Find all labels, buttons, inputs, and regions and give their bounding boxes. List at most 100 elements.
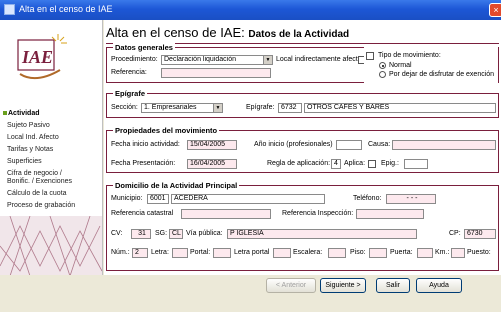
piso-input[interactable] (369, 248, 387, 258)
seccion-select[interactable]: 1. Empresariales ▼ (141, 103, 223, 113)
puesto-label: Puesto: (467, 249, 491, 256)
epigrafe-group: Epígrafe Sección: 1. Empresariales ▼ Epí… (106, 89, 499, 118)
domicilio-group: Domicilio de la Actividad Principal Muni… (106, 181, 499, 271)
km-label: Km.: (435, 249, 450, 256)
sidebar-item-cifra-line1: Cifra de negocio / (7, 170, 62, 177)
causa-label: Causa: (368, 141, 391, 148)
tipo-movimiento-checkbox[interactable] (366, 52, 374, 60)
sidebar-item-actividad[interactable]: Actividad (3, 110, 101, 118)
escalera-input[interactable] (328, 248, 346, 258)
km-input[interactable] (451, 248, 465, 258)
causa-input[interactable] (392, 140, 496, 150)
cv-label: CV: (111, 230, 123, 237)
chevron-down-icon[interactable]: ▼ (263, 56, 272, 64)
chevron-down-icon[interactable]: ▼ (213, 104, 222, 112)
municipio-name-input[interactable]: ACEDERA (171, 194, 325, 204)
escalera-label: Escalera: (293, 249, 323, 256)
epigrafe-label: Epígrafe: (246, 104, 275, 111)
ref-catastral-label: Referencia catastral (111, 210, 174, 217)
salir-button[interactable]: Salir (376, 278, 410, 293)
ref-inspeccion-input[interactable] (356, 209, 424, 219)
referencia-input[interactable] (161, 68, 271, 78)
sidebar: IAE Actividad Sujeto Pasivo Local Ind. A… (0, 20, 103, 276)
fecha-presentacion-label: Fecha Presentación: (111, 160, 176, 167)
local-afecto-label: Local indirectamente afecto (276, 56, 362, 63)
active-bullet-icon (3, 111, 7, 116)
sidebar-nav: Actividad Sujeto Pasivo Local Ind. Afect… (3, 110, 101, 214)
page-subtitle: Datos de la Actividad (248, 29, 350, 40)
domicilio-legend: Domicilio de la Actividad Principal (113, 181, 240, 190)
fecha-inicio-label: Fecha inicio actividad: (111, 141, 180, 148)
num-label: Núm.: (111, 249, 130, 256)
letra-input[interactable] (172, 248, 188, 258)
letra-portal-input[interactable] (273, 248, 291, 258)
letra-label: Letra: (151, 249, 169, 256)
num-input[interactable]: 2 (132, 248, 148, 258)
iae-logo: IAE (17, 34, 67, 80)
aplica-checkbox[interactable] (368, 160, 376, 168)
anterior-button[interactable]: < Anterior (266, 278, 316, 293)
cp-input[interactable]: 6730 (464, 229, 496, 239)
ayuda-button[interactable]: Ayuda (416, 278, 462, 293)
tipo-normal-label: Normal (389, 62, 412, 69)
tipo-normal-radio[interactable] (379, 62, 386, 69)
piso-label: Piso: (350, 249, 366, 256)
procedimiento-value: Declaración liquidación (164, 56, 236, 63)
page-title-text: Alta en el censo de IAE: (106, 25, 245, 40)
datos-generales-legend: Datos generales (113, 43, 175, 52)
app-icon (4, 4, 15, 15)
epigrafe-desc-input[interactable]: OTROS CAFES Y BARES (304, 103, 496, 113)
aplica-label: Aplica: (344, 160, 366, 167)
fecha-presentacion-input[interactable]: 16/04/2005 (187, 159, 237, 169)
municipio-label: Municipio: (111, 195, 143, 202)
window-title: Alta en el censo de IAE (19, 4, 113, 14)
tipo-movimiento-label: Tipo de movimiento: (378, 52, 441, 59)
propiedades-group: Propiedades del movimiento Fecha inicio … (106, 126, 499, 173)
via-publica-label: Vía pública: (186, 230, 223, 237)
procedimiento-select[interactable]: Declaración liquidación ▼ (161, 55, 273, 65)
sidebar-item-cifra[interactable]: Cifra de negocio / Bonific. / Exenciones (3, 170, 101, 186)
sidebar-item-local[interactable]: Local Ind. Afecto (3, 134, 101, 142)
tipo-exencion-label: Por dejar de disfrutar de exención (389, 71, 495, 78)
via-publica-input[interactable]: P IGLESIA (227, 229, 417, 239)
wizard-footer: < Anterior Siguiente > Salir Ayuda (0, 275, 501, 312)
ref-inspeccion-label: Referencia Inspección: (282, 210, 354, 217)
tipo-exencion-radio[interactable] (379, 71, 386, 78)
sidebar-item-calculo[interactable]: Cálculo de la cuota (3, 190, 101, 198)
telefono-input[interactable]: - - - (386, 194, 436, 204)
tipo-movimiento-box: Tipo de movimiento: Normal Por dejar de … (364, 47, 498, 83)
telefono-label: Teléfono: (353, 195, 382, 202)
siguiente-button[interactable]: Siguiente > (320, 278, 366, 293)
seccion-value: 1. Empresariales (144, 104, 197, 111)
sidebar-item-sujeto-pasivo[interactable]: Sujeto Pasivo (3, 122, 101, 130)
ref-catastral-input[interactable] (181, 209, 271, 219)
anio-inicio-input[interactable] (336, 140, 362, 150)
cv-input[interactable]: 31 (131, 229, 151, 239)
page-title: Alta en el censo de IAE: Datos de la Act… (106, 25, 349, 40)
fecha-inicio-input[interactable]: 15/04/2005 (187, 140, 237, 150)
regla-aplicacion-label: Regla de aplicación: (267, 160, 331, 167)
sg-input[interactable]: CL (169, 229, 183, 239)
epig-input[interactable] (404, 159, 428, 169)
portal-input[interactable] (213, 248, 231, 258)
portal-label: Portal: (190, 249, 211, 256)
epig-label: Epig.: (381, 160, 399, 167)
letra-portal-label: Letra portal (234, 249, 270, 256)
window-titlebar: Alta en el censo de IAE × (0, 0, 501, 20)
epigrafe-code-input[interactable]: 6732 (278, 103, 302, 113)
sidebar-item-grabacion[interactable]: Proceso de grabación (3, 202, 101, 210)
sg-label: SG: (155, 230, 168, 237)
referencia-label: Referencia: (111, 69, 147, 76)
puerta-input[interactable] (417, 248, 433, 258)
seccion-label: Sección: (111, 104, 138, 111)
municipio-code-input[interactable]: 6001 (147, 194, 169, 204)
epigrafe-legend: Epígrafe (113, 89, 148, 98)
close-button[interactable]: × (489, 3, 501, 17)
sidebar-item-superficies[interactable]: Superficies (3, 158, 101, 166)
puerta-label: Puerta: (390, 249, 413, 256)
main-form: Alta en el censo de IAE: Datos de la Act… (104, 20, 501, 275)
svg-text:IAE: IAE (21, 47, 53, 67)
sidebar-item-tarifas[interactable]: Tarifas y Notas (3, 146, 101, 154)
regla-aplicacion-input[interactable]: 4 (331, 159, 341, 169)
decorative-pattern (0, 216, 102, 276)
